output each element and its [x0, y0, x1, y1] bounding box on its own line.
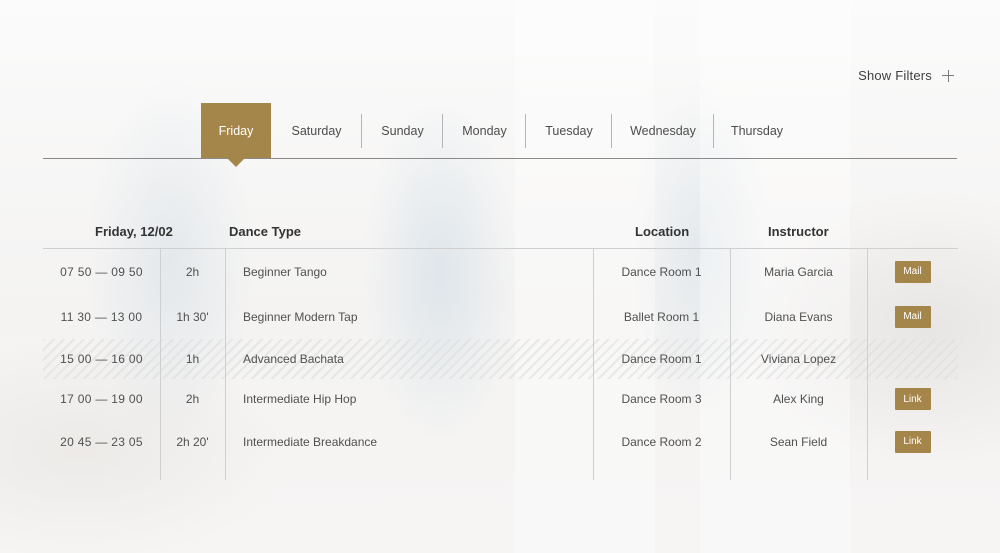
- header-dance-type: Dance Type: [229, 224, 302, 239]
- location-cell: Ballet Room 1: [623, 309, 700, 324]
- table-row: 07 50 — 09 50 2h Beginner Tango Dance Ro…: [43, 249, 958, 294]
- time-cell: 15 00 — 16 00: [60, 352, 143, 366]
- duration-cell: 2h: [185, 392, 200, 406]
- instructor-cell: Sean Field: [769, 434, 828, 449]
- action-cell: Link: [867, 379, 958, 419]
- instructor-cell: Maria Garcia: [764, 264, 833, 279]
- table-row: 15 00 — 16 00 1h Advanced Bachata Dance …: [43, 339, 958, 379]
- tab-wednesday[interactable]: Wednesday: [612, 103, 714, 158]
- duration-cell: 2h 20': [176, 434, 209, 449]
- table-row: 17 00 — 19 00 2h Intermediate Hip Hop Da…: [43, 379, 958, 419]
- instructor-cell: Alex King: [773, 392, 824, 406]
- header-location: Location: [635, 224, 690, 239]
- tab-thursday[interactable]: Thursday: [714, 103, 800, 158]
- header-date: Friday, 12/02: [95, 224, 173, 239]
- instructor-cell: Diana Evans: [764, 309, 833, 324]
- table-row: 20 45 — 23 05 2h 20' Intermediate Breakd…: [43, 419, 958, 464]
- table-row: 11 30 — 13 00 1h 30' Beginner Modern Tap…: [43, 294, 958, 339]
- link-button[interactable]: Link: [894, 430, 931, 453]
- schedule-table: Friday, 12/02 Dance Type Location Instru…: [43, 216, 958, 480]
- location-cell: Dance Room 3: [621, 392, 702, 406]
- dance-type-cell: Advanced Bachata: [243, 352, 344, 366]
- link-button[interactable]: Link: [894, 388, 931, 410]
- column-divider: [730, 248, 731, 480]
- action-cell: Mail: [867, 294, 958, 339]
- table-header: Friday, 12/02 Dance Type Location Instru…: [43, 216, 958, 249]
- column-divider: [160, 248, 161, 480]
- duration-cell: 1h 30': [176, 309, 209, 324]
- show-filters-label: Show Filters: [858, 68, 932, 83]
- time-cell: 07 50 — 09 50: [60, 264, 143, 279]
- location-cell: Dance Room 1: [621, 264, 702, 279]
- dance-type-cell: Intermediate Hip Hop: [243, 392, 357, 406]
- column-divider: [867, 248, 868, 480]
- instructor-cell: Viviana Lopez: [760, 352, 837, 366]
- tab-saturday[interactable]: Saturday: [271, 103, 362, 158]
- time-cell: 11 30 — 13 00: [60, 309, 143, 324]
- tab-friday[interactable]: Friday: [201, 103, 271, 158]
- action-cell: Link: [867, 419, 958, 464]
- time-cell: 20 45 — 23 05: [60, 434, 143, 449]
- duration-cell: 1h: [185, 352, 200, 366]
- header-instructor: Instructor: [768, 224, 829, 239]
- tab-sunday[interactable]: Sunday: [362, 103, 443, 158]
- mail-button[interactable]: Mail: [894, 260, 931, 283]
- show-filters-button[interactable]: Show Filters: [858, 68, 954, 83]
- action-cell: Mail: [867, 249, 958, 294]
- column-divider: [593, 248, 594, 480]
- day-tabs: Friday Saturday Sunday Monday Tuesday We…: [43, 103, 957, 159]
- time-cell: 17 00 — 19 00: [60, 392, 143, 406]
- duration-cell: 2h: [185, 264, 200, 279]
- tab-tuesday[interactable]: Tuesday: [526, 103, 612, 158]
- dance-type-cell: Beginner Tango: [243, 264, 327, 279]
- location-cell: Dance Room 1: [621, 352, 702, 366]
- plus-icon: [942, 69, 954, 82]
- dance-type-cell: Intermediate Breakdance: [243, 434, 378, 449]
- column-divider: [225, 248, 226, 480]
- tab-monday[interactable]: Monday: [443, 103, 526, 158]
- location-cell: Dance Room 2: [621, 434, 702, 449]
- mail-button[interactable]: Mail: [894, 305, 931, 328]
- action-cell: [867, 339, 958, 379]
- dance-type-cell: Beginner Modern Tap: [243, 309, 358, 324]
